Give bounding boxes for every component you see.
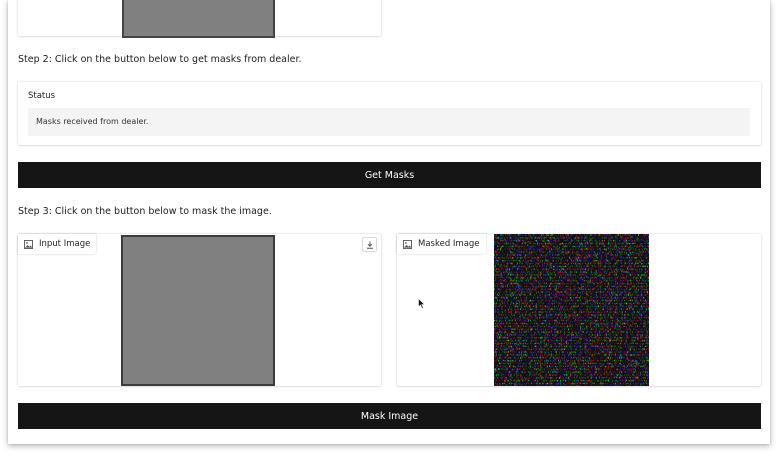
step3-instruction: Step 3: Click on the button below to mas… [18, 206, 272, 217]
input-image-preview [121, 235, 275, 386]
download-button[interactable] [362, 237, 377, 252]
step2-instruction: Step 2: Click on the button below to get… [18, 54, 302, 65]
masked-image-label: Masked Image [418, 239, 480, 249]
app-frame: Step 2: Click on the button below to get… [8, 0, 770, 444]
input-image-label: Input Image [39, 239, 91, 249]
status-label: Status [28, 91, 56, 101]
previous-image-preview [122, 0, 275, 38]
status-panel: Status Masks received from dealer. [18, 82, 761, 145]
masked-image-preview [494, 234, 649, 386]
noise-blob-graphic [124, 0, 273, 36]
noise-blob-graphic [123, 237, 273, 384]
image-icon [24, 239, 33, 249]
masked-image-tag: Masked Image [397, 234, 486, 254]
masked-image-panel: Masked Image [397, 234, 761, 386]
mask-image-button[interactable]: Mask Image [18, 403, 761, 429]
status-message: Masks received from dealer. [36, 117, 149, 126]
static-noise-graphic [494, 234, 649, 386]
mouse-cursor-icon [418, 298, 425, 309]
image-icon [403, 239, 412, 249]
download-icon [366, 241, 373, 249]
input-image-panel: Input Image [18, 234, 381, 386]
input-image-tag: Input Image [18, 234, 97, 254]
status-output: Masks received from dealer. [28, 108, 750, 136]
previous-image-panel [18, 0, 381, 38]
get-masks-button[interactable]: Get Masks [18, 162, 761, 188]
